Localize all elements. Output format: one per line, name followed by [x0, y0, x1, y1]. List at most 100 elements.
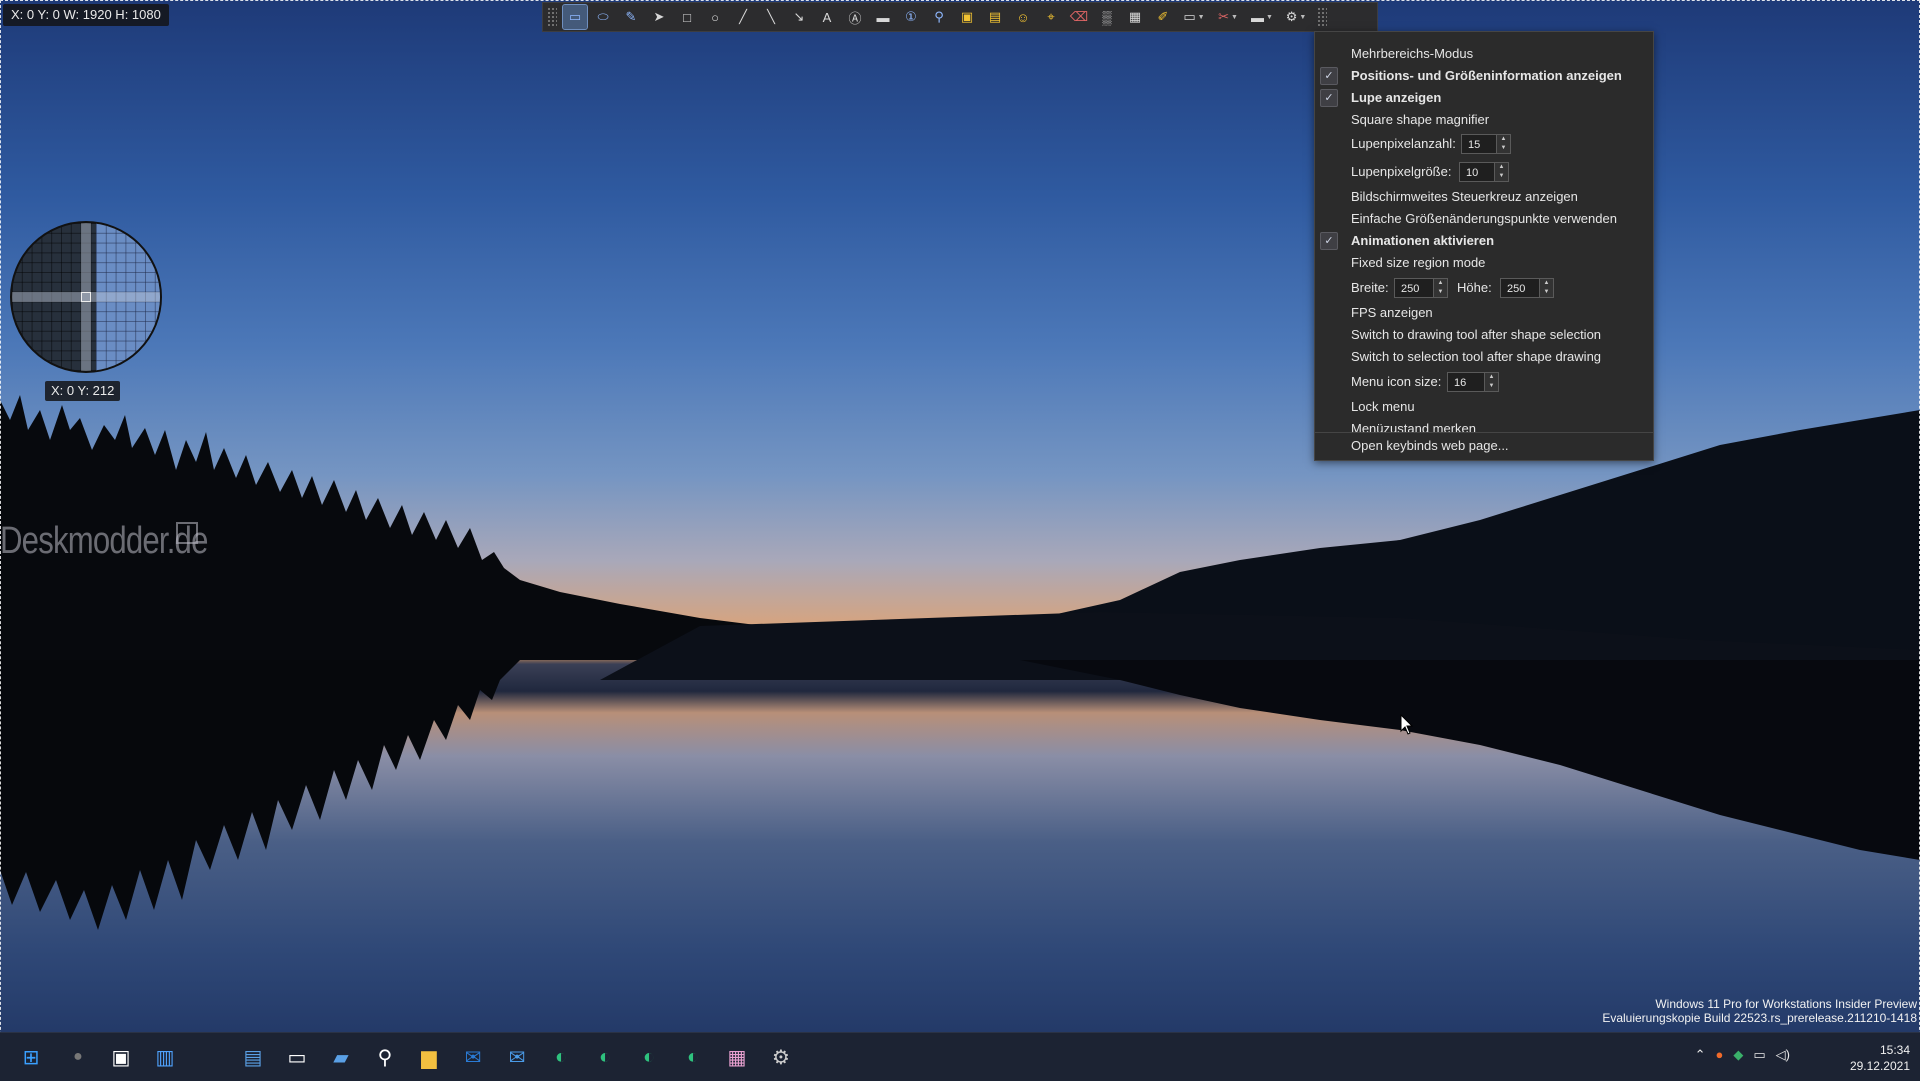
- system-tray: ⌃ ● ◆ ▭ ◁): [1695, 1047, 1790, 1063]
- tools-dropdown-icon[interactable]: ✂ ▼: [1213, 5, 1243, 29]
- menu-separator: [1315, 432, 1653, 433]
- remote-desktop-icon[interactable]: ▰: [326, 1042, 356, 1072]
- image-file-icon[interactable]: ▣: [955, 5, 979, 29]
- pen-icon[interactable]: ╱: [731, 5, 755, 29]
- menu-item-switch-to-selection[interactable]: Switch to selection tool after shape dra…: [1315, 346, 1653, 368]
- menu-item-square-magnifier[interactable]: Square shape magnifier: [1315, 109, 1653, 131]
- menu-item-switch-to-drawing[interactable]: Switch to drawing tool after shape selec…: [1315, 324, 1653, 346]
- chevron-up-icon[interactable]: ▲: [1540, 279, 1553, 288]
- magnifier-pixel-size-input[interactable]: 10: [1459, 162, 1495, 182]
- chevron-up-icon[interactable]: ⌃: [1695, 1047, 1706, 1063]
- taskbar-clock[interactable]: 15:34 29.12.2021: [1850, 1042, 1910, 1074]
- defender-tray-icon[interactable]: ◆: [1733, 1047, 1743, 1063]
- edge-beta-icon[interactable]: ◐: [590, 1042, 620, 1072]
- menu-item-open-keybinds[interactable]: Open keybinds web page...: [1315, 435, 1653, 457]
- eraser-icon[interactable]: ⌫: [1067, 5, 1091, 29]
- chevron-up-icon[interactable]: ▲: [1434, 279, 1447, 288]
- highlight-icon[interactable]: ✐: [1151, 5, 1175, 29]
- chevron-down-icon[interactable]: ▼: [1540, 288, 1553, 297]
- menu-item-magnifier-pixel-size: Lupenpixelgröße: 10 ▲ ▼: [1315, 161, 1653, 183]
- clock-date: 29.12.2021: [1849, 1059, 1910, 1073]
- widgets-icon[interactable]: ▥: [150, 1042, 180, 1072]
- chevron-down-icon[interactable]: ▼: [1434, 288, 1447, 297]
- gear-icon[interactable]: ⚙ ▼: [1281, 5, 1311, 29]
- capture-dropdown-icon[interactable]: ▬ ▼: [1247, 5, 1277, 29]
- checkmark-icon: ✓: [1320, 67, 1338, 85]
- step-number-icon[interactable]: ①: [899, 5, 923, 29]
- width-stepper[interactable]: 250 ▲ ▼: [1394, 277, 1448, 299]
- volume-icon[interactable]: ◁): [1776, 1047, 1790, 1063]
- chevron-down-icon[interactable]: ▼: [1485, 382, 1498, 391]
- magnify-icon[interactable]: ⚲: [927, 5, 951, 29]
- image-screen-icon[interactable]: ▤: [983, 5, 1007, 29]
- pointer-icon[interactable]: ➤: [647, 5, 671, 29]
- checkmark-icon: ✓: [1320, 232, 1338, 250]
- notepad-icon[interactable]: ▤: [238, 1042, 268, 1072]
- width-input[interactable]: 250: [1394, 278, 1434, 298]
- cursor-stamp-icon[interactable]: ⌖: [1039, 5, 1063, 29]
- menu-item-multi-region[interactable]: Mehrbereichs-Modus: [1315, 43, 1653, 65]
- menu-item-screen-crosshair[interactable]: Bildschirmweites Steuerkreuz anzeigen: [1315, 186, 1653, 208]
- pixelate-icon[interactable]: ▦: [1123, 5, 1147, 29]
- text-outline-icon[interactable]: A: [815, 5, 839, 29]
- position-info-label: X: 0 Y: 0 W: 1920 H: 1080: [3, 4, 169, 26]
- menu-item-lock-menu[interactable]: Lock menu: [1315, 396, 1653, 418]
- edit-dropdown-icon[interactable]: ▭ ▼: [1179, 5, 1209, 29]
- freehand-region-icon[interactable]: ✎: [619, 5, 643, 29]
- menu-item-simple-resize-nodes[interactable]: Einfache Größenänderungspunkte verwenden: [1315, 208, 1653, 230]
- stepper-arrows[interactable]: ▲ ▼: [1497, 134, 1511, 154]
- region-select-icon[interactable]: ▭: [562, 4, 588, 30]
- magnifier-pixel-count-input[interactable]: 15: [1461, 134, 1497, 154]
- emoji-sticker-icon[interactable]: ☺: [1011, 5, 1035, 29]
- stepper-arrows[interactable]: ▲ ▼: [1485, 372, 1499, 392]
- edge-canary-icon[interactable]: ◐: [678, 1042, 708, 1072]
- chevron-up-icon[interactable]: ▲: [1495, 163, 1508, 172]
- settings-gear-icon[interactable]: ⚙: [766, 1042, 796, 1072]
- blur-icon[interactable]: ▒: [1095, 5, 1119, 29]
- network-icon[interactable]: ▭: [1753, 1047, 1765, 1063]
- options-menu: Mehrbereichs-Modus ✓ Positions- und Größ…: [1314, 31, 1654, 461]
- arrow-icon[interactable]: ↘: [787, 5, 811, 29]
- toolbar-grip-handle-right[interactable]: [1317, 7, 1327, 27]
- chevron-up-icon[interactable]: ▲: [1497, 135, 1510, 144]
- ellipse-region-icon[interactable]: ⬭: [591, 5, 615, 29]
- magnifier-pixel-count-stepper[interactable]: 15 ▲ ▼: [1461, 133, 1511, 155]
- menu-item-show-magnifier[interactable]: ✓ Lupe anzeigen: [1315, 87, 1653, 109]
- search-circle-icon[interactable]: ●: [63, 1042, 93, 1072]
- store-icon[interactable]: ▦: [722, 1042, 752, 1072]
- chrome-tray-icon[interactable]: ●: [1716, 1047, 1724, 1063]
- windows-build-watermark: Windows 11 Pro for Workstations Insider …: [1602, 997, 1917, 1025]
- stepper-arrows[interactable]: ▲ ▼: [1540, 278, 1554, 298]
- edge-dev-icon[interactable]: ◐: [634, 1042, 664, 1072]
- line-icon[interactable]: ╲: [759, 5, 783, 29]
- stepper-arrows[interactable]: ▲ ▼: [1434, 278, 1448, 298]
- menu-item-fixed-size-region[interactable]: Fixed size region mode: [1315, 252, 1653, 274]
- menu-item-enable-animations[interactable]: ✓ Animationen aktivieren: [1315, 230, 1653, 252]
- chevron-down-icon[interactable]: ▼: [1495, 172, 1508, 181]
- mail-icon[interactable]: ✉: [502, 1042, 532, 1072]
- stepper-arrows[interactable]: ▲ ▼: [1495, 162, 1509, 182]
- start-windows-icon[interactable]: ⊞: [16, 1042, 46, 1072]
- toolbar-grip-handle[interactable]: [547, 7, 557, 27]
- speech-balloon-icon[interactable]: ▬: [871, 5, 895, 29]
- rectangle-icon[interactable]: □: [675, 5, 699, 29]
- magnifier-app-icon[interactable]: ⚲: [370, 1042, 400, 1072]
- chevron-down-icon[interactable]: ▼: [1497, 144, 1510, 153]
- edge-icon[interactable]: ◐: [546, 1042, 576, 1072]
- ellipse-icon[interactable]: ○: [703, 5, 727, 29]
- task-view-icon[interactable]: ▣: [106, 1042, 136, 1072]
- menu-item-show-position-info[interactable]: ✓ Positions- und Größeninformation anzei…: [1315, 65, 1653, 87]
- height-stepper[interactable]: 250 ▲ ▼: [1500, 277, 1554, 299]
- file-explorer-icon[interactable]: ▆: [414, 1042, 444, 1072]
- text-background-icon[interactable]: Ⓐ: [843, 5, 867, 29]
- height-input[interactable]: 250: [1500, 278, 1540, 298]
- terminal-icon[interactable]: ▭: [282, 1042, 312, 1072]
- height-label: Höhe:: [1457, 280, 1492, 295]
- menu-icon-size-stepper[interactable]: 16 ▲ ▼: [1447, 371, 1499, 393]
- outlook-icon[interactable]: ✉: [458, 1042, 488, 1072]
- chevron-up-icon[interactable]: ▲: [1485, 373, 1498, 382]
- windows-build-text: Evaluierungskopie Build 22523.rs_prerele…: [1602, 1011, 1917, 1025]
- menu-icon-size-input[interactable]: 16: [1447, 372, 1485, 392]
- magnifier-pixel-size-stepper[interactable]: 10 ▲ ▼: [1459, 161, 1509, 183]
- menu-item-show-fps[interactable]: FPS anzeigen: [1315, 302, 1653, 324]
